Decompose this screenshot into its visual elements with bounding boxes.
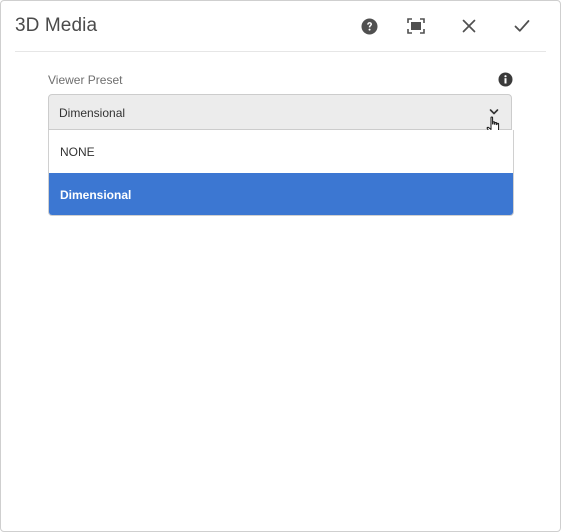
fullscreen-icon <box>407 18 425 34</box>
viewer-preset-select[interactable]: Dimensional <box>48 94 512 130</box>
option-none[interactable]: NONE <box>49 130 513 173</box>
dialog: 3D Media Viewer Preset Dimensional NONE … <box>0 0 561 532</box>
viewer-preset-label: Viewer Preset <box>48 73 123 87</box>
help-button[interactable] <box>359 16 379 36</box>
fullscreen-button[interactable] <box>406 16 426 36</box>
dialog-header: 3D Media <box>15 1 546 52</box>
viewer-preset-listbox: NONE Dimensional <box>48 130 514 216</box>
option-dimensional[interactable]: Dimensional <box>49 173 513 215</box>
info-icon[interactable] <box>498 72 513 87</box>
select-value: Dimensional <box>59 106 126 120</box>
done-button[interactable] <box>512 16 532 36</box>
help-icon <box>361 18 377 34</box>
close-icon <box>462 19 476 33</box>
chevron-down-icon <box>489 109 499 115</box>
dialog-title: 3D Media <box>15 15 98 36</box>
close-button[interactable] <box>459 16 479 36</box>
checkmark-icon <box>514 20 530 32</box>
